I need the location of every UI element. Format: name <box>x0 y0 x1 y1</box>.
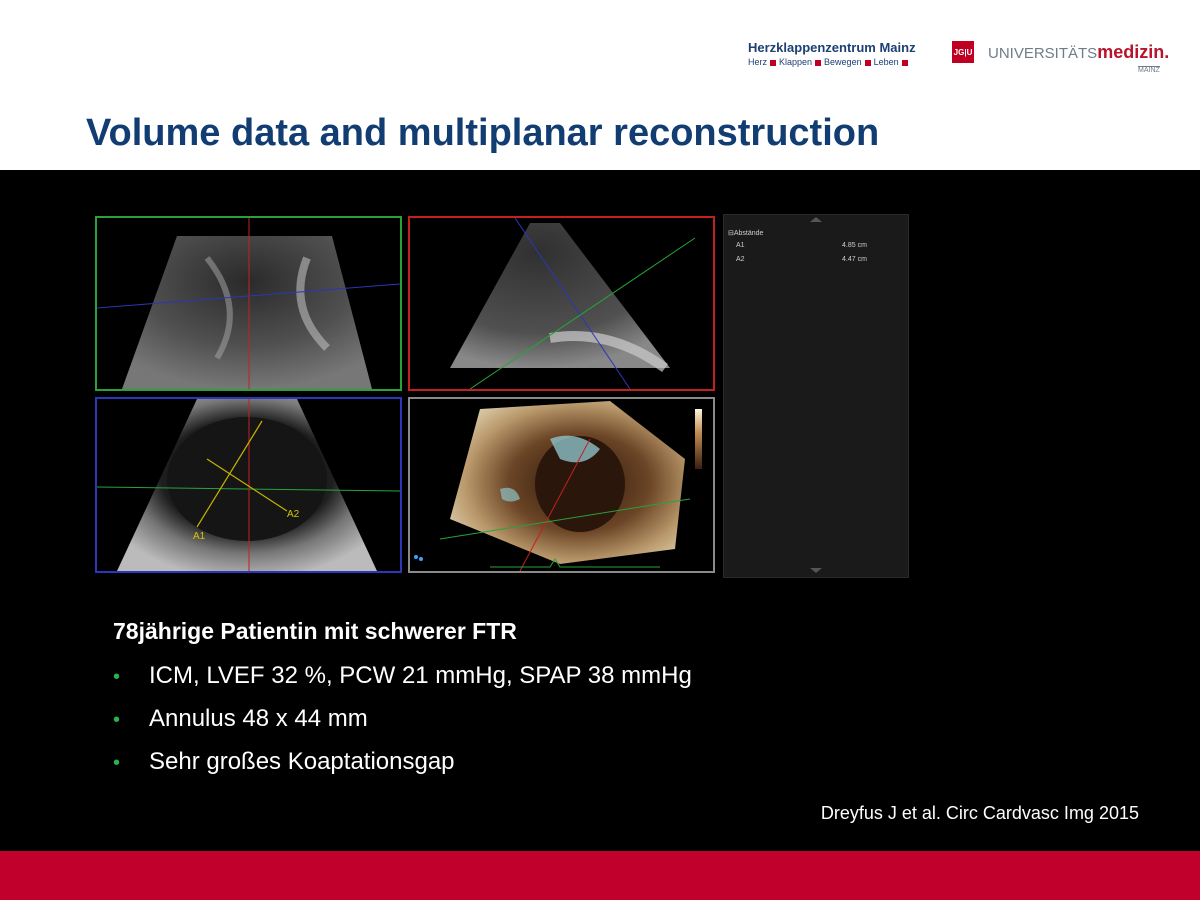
measurement-label: A2 <box>736 256 745 263</box>
list-item: • ICM, LVEF 32 %, PCW 21 mmHg, SPAP 38 mm… <box>113 658 692 701</box>
logo-tagline: Herz Klappen Bewegen Leben <box>748 57 916 67</box>
measurement-value: 4.85 cm <box>842 242 867 249</box>
bullet-icon: • <box>113 666 121 688</box>
slide-title: Volume data and multiplanar reconstructi… <box>86 112 880 154</box>
echo-blue-plane-icon: A1 A2 <box>97 399 400 571</box>
echo-green-plane-icon <box>97 218 400 389</box>
universitaetsmedizin-logo: UNIVERSITÄTSmedizin. <box>988 42 1169 63</box>
measure-label-a2: A2 <box>287 509 300 520</box>
measure-label-a1: A1 <box>193 531 206 542</box>
tagline-word: Leben <box>873 57 899 67</box>
list-item: • Sehr großes Koaptationsgap <box>113 744 692 787</box>
reference-citation: Dreyfus J et al. Circ Cardvasc Img 2015 <box>820 803 1139 823</box>
slide-header: Herzklappenzentrum Mainz Herz Klappen Bewe… <box>0 0 1200 170</box>
tagline-word: Herz <box>748 57 768 67</box>
tagline-word: Bewegen <box>824 57 862 67</box>
bullet-icon: • <box>113 709 121 731</box>
red-square-icon <box>901 59 908 66</box>
measurement-label: A1 <box>736 242 745 249</box>
echo-panel-3d <box>408 397 715 573</box>
scroll-up-icon[interactable] <box>810 217 822 222</box>
3d-render-icon <box>414 401 702 571</box>
case-heading: 78jährige Patientin mit schwerer FTR <box>113 618 517 644</box>
bullet-icon: • <box>113 752 121 774</box>
echo-panel-green <box>95 216 402 391</box>
scroll-down-icon[interactable] <box>810 568 822 573</box>
uni-prefix: UNIVERSITÄTS <box>988 45 1098 62</box>
measurements-header[interactable]: ⊟Abstände <box>728 229 763 237</box>
red-square-icon <box>815 59 822 66</box>
echo-panel-red <box>408 216 715 391</box>
measurements-panel: ⊟Abstände A1 4.85 cm A2 4.47 cm <box>723 214 909 578</box>
list-item: • Annulus 48 x 44 mm <box>113 701 692 744</box>
measurement-value: 4.47 cm <box>842 256 867 263</box>
footer-bar <box>0 851 1200 900</box>
uni-city: MAINZ <box>1138 66 1160 74</box>
uni-bold: medizin. <box>1097 42 1170 62</box>
case-bullets: • ICM, LVEF 32 %, PCW 21 mmHg, SPAP 38 mm… <box>113 658 692 787</box>
jgu-logo-icon: JG|U <box>952 41 974 63</box>
echo-red-plane-icon <box>450 218 696 389</box>
red-square-icon <box>864 59 871 66</box>
tagline-word: Klappen <box>779 57 813 67</box>
logo-name: Herzklappenzentrum Mainz <box>748 40 916 55</box>
red-square-icon <box>770 59 777 66</box>
herzklappenzentrum-logo: Herzklappenzentrum Mainz Herz Klappen Bewe… <box>748 40 916 67</box>
echo-panel-blue: A1 A2 <box>95 397 402 573</box>
